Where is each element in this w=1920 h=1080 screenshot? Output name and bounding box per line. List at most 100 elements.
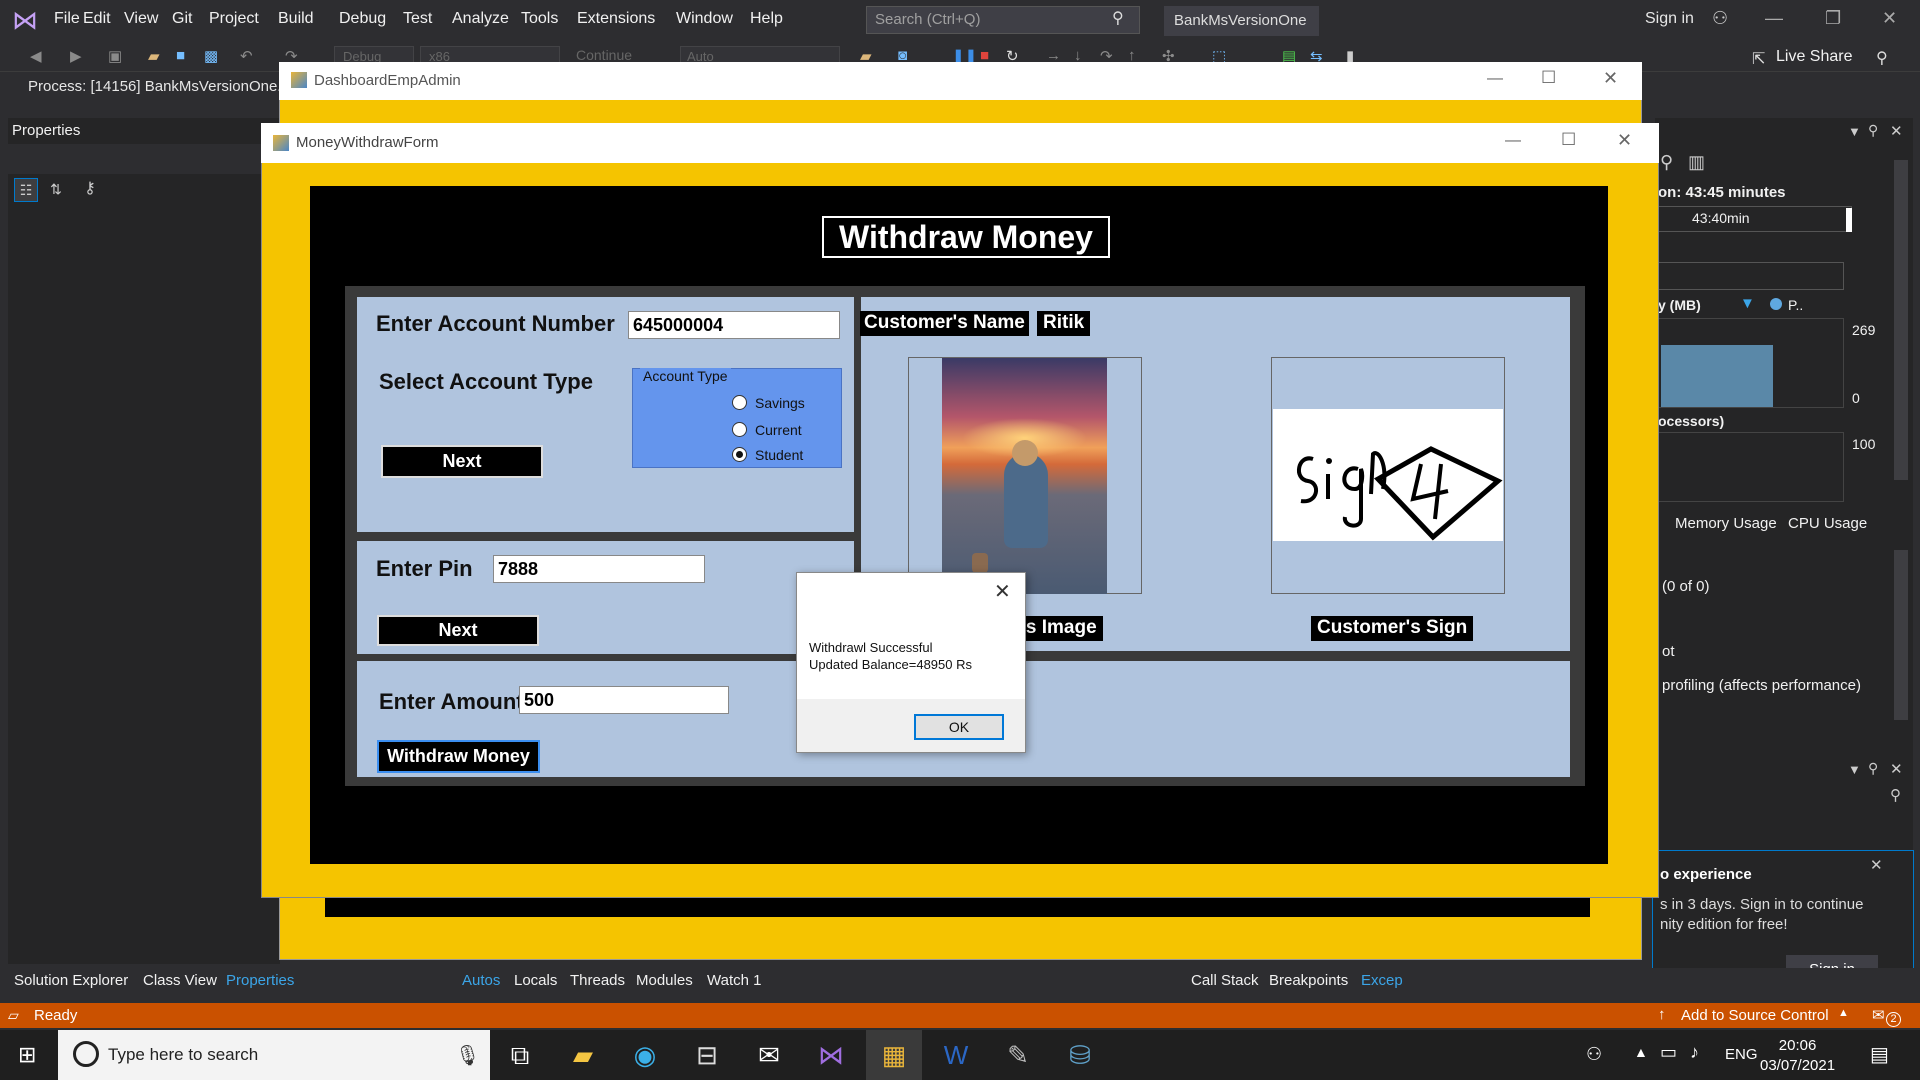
withdraw-money-button[interactable]: Withdraw Money: [377, 740, 540, 773]
radio-student[interactable]: [732, 447, 747, 462]
forward-icon[interactable]: ▶: [70, 47, 88, 65]
feedback-icon[interactable]: ⚲: [1876, 48, 1888, 68]
word-icon[interactable]: W: [940, 1040, 972, 1070]
radio-current[interactable]: [732, 422, 747, 437]
popup-close-icon[interactable]: ✕: [1870, 856, 1883, 874]
tab-properties[interactable]: Properties: [226, 972, 294, 989]
tab-call-stack[interactable]: Call Stack: [1191, 972, 1259, 989]
visual-studio-taskbar-icon[interactable]: ⋈: [815, 1040, 847, 1070]
tab-cpu-usage[interactable]: CPU Usage: [1788, 515, 1867, 532]
dialog-ok-button[interactable]: OK: [914, 714, 1004, 740]
radio-savings-label[interactable]: Savings: [755, 395, 805, 411]
taskbar-clock[interactable]: 20:06 03/07/2021: [1760, 1036, 1835, 1076]
pin-input[interactable]: 7888: [493, 555, 705, 583]
paint-icon[interactable]: ✎: [1002, 1040, 1034, 1070]
menu-file[interactable]: File: [54, 10, 80, 28]
panel-menu-icon[interactable]: ▼: [1848, 124, 1861, 139]
restore-icon[interactable]: ❐: [1825, 8, 1841, 29]
diag-scrollbar[interactable]: [1894, 160, 1908, 480]
tab-memory-usage[interactable]: Memory Usage: [1675, 515, 1777, 532]
tab-locals[interactable]: Locals: [514, 972, 557, 989]
tab-watch-1[interactable]: Watch 1: [707, 972, 761, 989]
language-indicator[interactable]: ENG: [1725, 1046, 1758, 1063]
microphone-icon[interactable]: 🎙: [455, 1043, 480, 1068]
store-icon[interactable]: ⊟: [691, 1040, 723, 1070]
new-project-icon[interactable]: ▣: [108, 47, 126, 65]
dash-minimize-icon[interactable]: —: [1487, 70, 1503, 88]
menu-view[interactable]: View: [124, 10, 158, 28]
dialog-close-icon[interactable]: ✕: [994, 579, 1011, 604]
search2-icon[interactable]: ⚲: [1890, 786, 1901, 804]
menu-build[interactable]: Build: [278, 10, 314, 28]
people-icon[interactable]: ⚇: [1586, 1044, 1602, 1065]
save-icon[interactable]: ■: [176, 47, 194, 65]
timeline-handle[interactable]: [1846, 208, 1852, 232]
live-share-icon[interactable]: ⇱: [1752, 49, 1765, 69]
sql-icon[interactable]: ⛁: [1064, 1040, 1096, 1070]
form-minimize-icon[interactable]: —: [1505, 132, 1521, 150]
cortana-icon[interactable]: [73, 1041, 99, 1067]
mail-icon[interactable]: ✉: [753, 1040, 785, 1070]
back-icon[interactable]: ◀: [30, 47, 48, 65]
menu-analyze[interactable]: Analyze: [452, 10, 509, 28]
amount-input[interactable]: 500: [519, 686, 729, 714]
winforms-app-icon[interactable]: ▦: [878, 1040, 910, 1070]
properties-selector[interactable]: [8, 144, 280, 174]
tab-autos[interactable]: Autos: [462, 972, 500, 989]
chart-icon[interactable]: ▥: [1688, 152, 1705, 173]
taskbar-search-input[interactable]: Type here to search: [58, 1030, 490, 1080]
filter-icon[interactable]: ▼: [1740, 295, 1755, 312]
search-icon[interactable]: ⚲: [1112, 8, 1124, 28]
menu-help[interactable]: Help: [750, 10, 783, 28]
panel-close-icon[interactable]: ✕: [1890, 122, 1903, 140]
next-account-button[interactable]: Next: [381, 445, 543, 478]
chevron-up-icon[interactable]: ▲: [1838, 1007, 1849, 1019]
menu-tools[interactable]: Tools: [521, 10, 558, 28]
task-view-icon[interactable]: ⧉: [504, 1040, 536, 1070]
user-icon[interactable]: ⚇: [1712, 8, 1728, 29]
continue-button[interactable]: Continue: [576, 47, 632, 63]
live-share-button[interactable]: Live Share: [1776, 48, 1853, 66]
panel2-menu-icon[interactable]: ▼: [1848, 762, 1861, 777]
radio-current-label[interactable]: Current: [755, 422, 802, 438]
windows-start-icon[interactable]: ⊞: [18, 1042, 36, 1068]
tab-exception-settings[interactable]: Excep: [1361, 972, 1403, 989]
tab-modules[interactable]: Modules: [636, 972, 693, 989]
menu-test[interactable]: Test: [403, 10, 432, 28]
tab-threads[interactable]: Threads: [570, 972, 625, 989]
next-pin-button[interactable]: Next: [377, 615, 539, 646]
open-folder-icon[interactable]: ▰: [148, 47, 166, 65]
menu-edit[interactable]: Edit: [83, 10, 111, 28]
tab-breakpoints[interactable]: Breakpoints: [1269, 972, 1348, 989]
dash-maximize-icon[interactable]: ☐: [1541, 68, 1556, 88]
menu-debug[interactable]: Debug: [339, 10, 386, 28]
menu-window[interactable]: Window: [676, 10, 733, 28]
profiling-text[interactable]: profiling (affects performance): [1662, 677, 1861, 694]
close-icon[interactable]: ✕: [1882, 8, 1897, 29]
radio-savings[interactable]: [732, 395, 747, 410]
save-all-icon[interactable]: ▩: [204, 47, 222, 65]
volume-icon[interactable]: ♪: [1690, 1042, 1699, 1063]
minimize-icon[interactable]: —: [1765, 8, 1783, 29]
show-hidden-icons[interactable]: ▲: [1634, 1044, 1648, 1060]
visual-studio-logo-icon[interactable]: ⋈: [12, 6, 40, 34]
form-close-icon[interactable]: ✕: [1617, 130, 1632, 151]
radio-student-label[interactable]: Student: [755, 447, 803, 463]
notification-icon[interactable]: ✉: [1872, 1006, 1885, 1024]
account-number-input[interactable]: 645000004: [628, 311, 840, 339]
categorized-icon[interactable]: ☷: [14, 178, 38, 202]
source-control-icon[interactable]: ↑: [1658, 1006, 1666, 1023]
alphabetical-icon[interactable]: ⇅: [44, 178, 68, 202]
vs-sign-in-link[interactable]: Sign in: [1645, 10, 1694, 28]
property-pages-icon[interactable]: ⚷: [78, 178, 102, 202]
add-to-source-control[interactable]: Add to Source Control: [1681, 1007, 1829, 1024]
tab-solution-explorer[interactable]: Solution Explorer: [14, 972, 128, 989]
menu-project[interactable]: Project: [209, 10, 259, 28]
dash-close-icon[interactable]: ✕: [1603, 68, 1618, 89]
action-center-icon[interactable]: ▤: [1870, 1042, 1889, 1067]
network-icon[interactable]: ▭: [1660, 1042, 1677, 1063]
pin-icon[interactable]: ⚲: [1868, 122, 1878, 139]
menu-extensions[interactable]: Extensions: [577, 10, 655, 28]
form-maximize-icon[interactable]: ☐: [1561, 130, 1576, 150]
menu-git[interactable]: Git: [172, 10, 192, 28]
